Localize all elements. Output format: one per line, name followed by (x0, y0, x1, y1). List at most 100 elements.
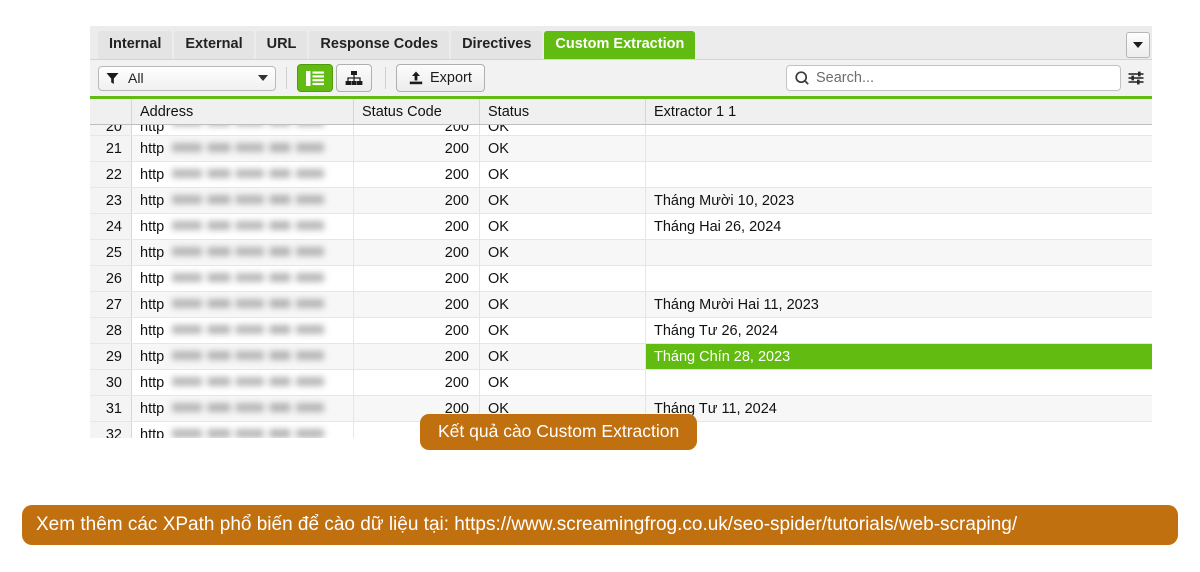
cell-status[interactable]: OK (480, 344, 646, 369)
cell-address[interactable]: http (132, 136, 354, 161)
address-protocol: http (140, 244, 165, 261)
cell-address[interactable]: http (132, 370, 354, 395)
cell-address[interactable]: http (132, 396, 354, 421)
table-row[interactable]: 27 http 200 OK Tháng Mười Hai 11, 2023 (90, 292, 1152, 318)
cell-status[interactable]: OK (480, 266, 646, 291)
address-protocol: http (140, 192, 165, 209)
chevron-down-icon (258, 75, 268, 81)
tree-view-button[interactable] (336, 64, 372, 92)
cell-address[interactable]: http (132, 188, 354, 213)
cell-address[interactable]: http (132, 292, 354, 317)
cell-address[interactable]: http (132, 422, 354, 438)
cell-status-code[interactable]: 200 (354, 188, 480, 213)
cell-status-code[interactable]: 200 (354, 240, 480, 265)
cell-status[interactable]: OK (480, 370, 646, 395)
cell-status[interactable]: OK (480, 188, 646, 213)
table-row[interactable]: 22 http 200 OK (90, 162, 1152, 188)
address-protocol: http (140, 400, 165, 417)
cell-status-code[interactable]: 200 (354, 136, 480, 161)
tab-external[interactable]: External (174, 31, 254, 59)
table-row[interactable]: 20 http 200 OK (90, 125, 1152, 136)
cell-status-code[interactable]: 200 (354, 125, 480, 135)
cell-address[interactable]: http (132, 214, 354, 239)
table-row[interactable]: 21 http 200 OK (90, 136, 1152, 162)
column-header-index[interactable] (90, 99, 132, 124)
cell-extractor[interactable] (646, 266, 1152, 291)
redacted-url (172, 373, 349, 390)
search-area: Search... (786, 65, 1144, 91)
cell-status[interactable]: OK (480, 214, 646, 239)
cell-extractor[interactable] (646, 136, 1152, 161)
cell-extractor[interactable] (646, 370, 1152, 395)
cell-status[interactable]: OK (480, 162, 646, 187)
address-protocol: http (140, 426, 165, 439)
export-button[interactable]: Export (396, 64, 485, 92)
redacted-url (172, 191, 349, 208)
cell-status-code[interactable]: 200 (354, 292, 480, 317)
column-header-status-code[interactable]: Status Code (354, 99, 480, 124)
table-row[interactable]: 24 http 200 OK Tháng Hai 26, 2024 (90, 214, 1152, 240)
row-index: 24 (90, 214, 132, 239)
cell-address[interactable]: http (132, 266, 354, 291)
cell-extractor[interactable]: Tháng Mười Hai 11, 2023 (646, 292, 1152, 317)
cell-address[interactable]: http (132, 344, 354, 369)
cell-status-code[interactable]: 200 (354, 344, 480, 369)
results-table: Address Status Code Status Extractor 1 1… (90, 96, 1152, 438)
cell-status-code[interactable]: 200 (354, 318, 480, 343)
tab-internal[interactable]: Internal (98, 31, 173, 59)
search-placeholder: Search... (816, 70, 875, 86)
cell-status-code[interactable]: 200 (354, 162, 480, 187)
cell-extractor[interactable]: Tháng Hai 26, 2024 (646, 214, 1152, 239)
cell-extractor[interactable]: Tháng Mười 10, 2023 (646, 188, 1152, 213)
cell-status[interactable]: OK (480, 318, 646, 343)
cell-status-code[interactable]: 200 (354, 214, 480, 239)
address-protocol: http (140, 322, 165, 339)
cell-address[interactable]: http (132, 162, 354, 187)
cell-address[interactable]: http (132, 318, 354, 343)
list-view-button[interactable] (297, 64, 333, 92)
cell-status[interactable]: OK (480, 292, 646, 317)
column-header-extractor[interactable]: Extractor 1 1 (646, 99, 1152, 124)
upload-icon (409, 71, 423, 85)
table-body: 20 http 200 OK 21 http 200 OK 22 http 200 OK 23 http 2… (90, 125, 1152, 438)
search-input[interactable]: Search... (786, 65, 1121, 91)
row-index: 28 (90, 318, 132, 343)
cell-address[interactable]: http (132, 240, 354, 265)
cell-extractor[interactable]: Tháng Tư 11, 2024 (646, 396, 1152, 421)
table-row[interactable]: 25 http 200 OK (90, 240, 1152, 266)
cell-extractor[interactable] (646, 125, 1152, 135)
table-row[interactable]: 28 http 200 OK Tháng Tư 26, 2024 (90, 318, 1152, 344)
tab-response-codes[interactable]: Response Codes (309, 31, 450, 59)
cell-extractor-selected[interactable]: Tháng Chín 28, 2023 (646, 344, 1152, 369)
table-toolbar: All Export Search... (90, 60, 1152, 96)
chevron-down-icon (1133, 42, 1143, 48)
tab-directives[interactable]: Directives (451, 31, 543, 59)
cell-status-code[interactable]: 200 (354, 266, 480, 291)
tab-url[interactable]: URL (255, 31, 308, 59)
column-header-address[interactable]: Address (132, 99, 354, 124)
tab-overflow-button[interactable] (1126, 32, 1150, 58)
cell-status[interactable]: OK (480, 240, 646, 265)
table-row[interactable]: 26 http 200 OK (90, 266, 1152, 292)
cell-extractor[interactable]: Tháng Tư 26, 2024 (646, 318, 1152, 343)
address-protocol: http (140, 125, 165, 135)
tab-custom-extraction[interactable]: Custom Extraction (544, 31, 696, 59)
row-index: 23 (90, 188, 132, 213)
sliders-icon[interactable] (1128, 70, 1144, 86)
filter-dropdown[interactable]: All (98, 65, 276, 91)
cell-status[interactable]: OK (480, 125, 646, 135)
row-index: 31 (90, 396, 132, 421)
column-header-status[interactable]: Status (480, 99, 646, 124)
redacted-url (172, 425, 349, 438)
table-row[interactable]: 29 http 200 OK Tháng Chín 28, 2023 (90, 344, 1152, 370)
table-row[interactable]: 23 http 200 OK Tháng Mười 10, 2023 (90, 188, 1152, 214)
cell-extractor[interactable] (646, 162, 1152, 187)
cell-extractor[interactable] (646, 422, 1152, 438)
row-index: 22 (90, 162, 132, 187)
screenshot-root: Internal External URL Response Codes Dir… (0, 0, 1200, 572)
cell-status[interactable]: OK (480, 136, 646, 161)
cell-extractor[interactable] (646, 240, 1152, 265)
cell-status-code[interactable]: 200 (354, 370, 480, 395)
table-row[interactable]: 30 http 200 OK (90, 370, 1152, 396)
cell-address[interactable]: http (132, 125, 354, 135)
